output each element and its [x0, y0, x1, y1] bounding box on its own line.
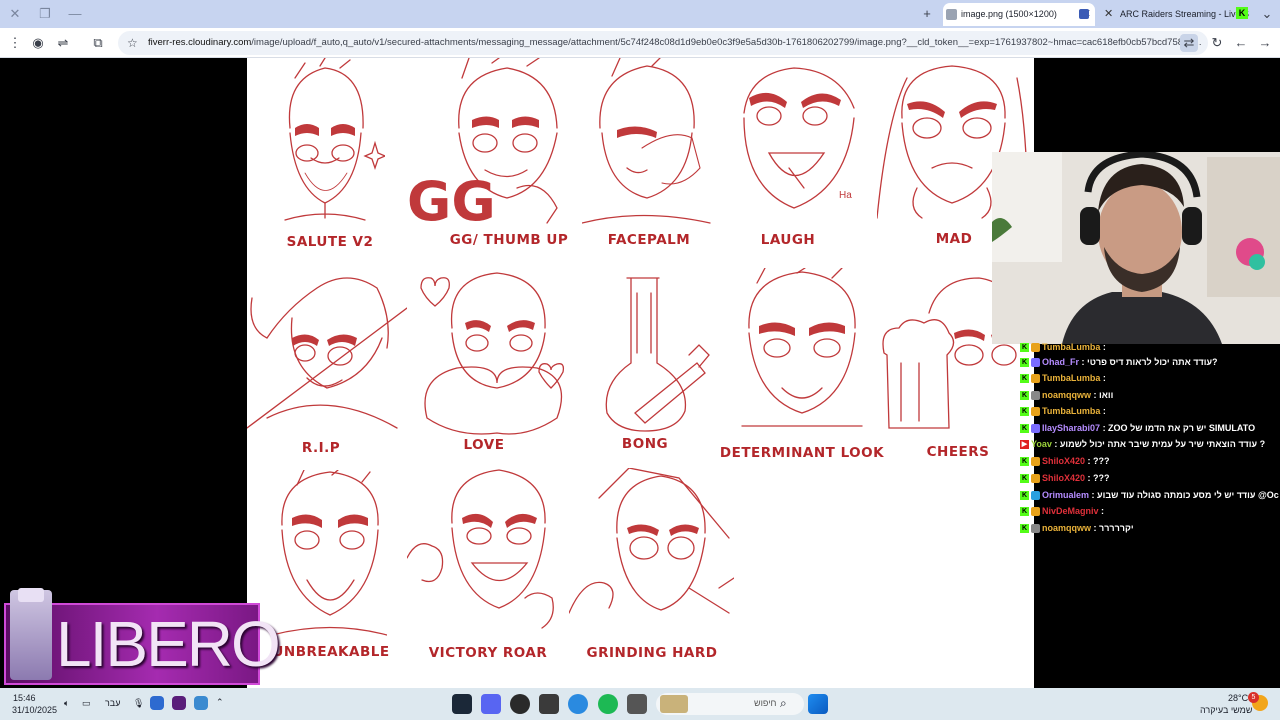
sponsor-banner: LIBERO: [0, 588, 281, 688]
chat-overlay: K TumbaLumba : K Ohad_Fr : עודד אתה יכול ל…: [1016, 340, 1280, 540]
volume-icon[interactable]: 🔈︎: [64, 698, 69, 709]
vpn-icon[interactable]: ⇌: [54, 34, 72, 52]
emote-label: CHEERS: [926, 444, 990, 460]
temperature[interactable]: 28°C: [1228, 693, 1248, 703]
spotify-icon[interactable]: [598, 694, 618, 714]
close-tab-icon[interactable]: ✕: [1104, 3, 1113, 26]
search-placeholder: חיפוש: [754, 698, 777, 708]
emote-label: MAD: [935, 231, 973, 247]
windows-start-icon[interactable]: [808, 694, 828, 714]
close-icon[interactable]: ✕: [6, 5, 24, 23]
emote-unbreakable: [272, 470, 387, 638]
emote-label: GG/ THUMB UP: [449, 232, 569, 248]
chat-message: K Ohad_Fr : עודד אתה יכול לראות דיס פרטי?: [1020, 357, 1218, 368]
emote-label: LOVE: [463, 437, 505, 453]
emote-determinant-look: [737, 268, 867, 428]
minimize-icon[interactable]: —: [66, 5, 84, 23]
emote-label: SALUTE V2: [286, 234, 374, 250]
perfume-bottle-icon: [10, 590, 52, 680]
onenote-icon[interactable]: [172, 696, 186, 710]
network-icon[interactable]: ▭: [82, 698, 91, 709]
emote-label: FACEPALM: [607, 232, 691, 248]
microphone-icon[interactable]: 🎙︎: [133, 698, 144, 709]
language-indicator[interactable]: עבר: [105, 698, 120, 708]
tab-arc-raiders[interactable]: ✕ ARC Raiders Streaming - Live S: [1102, 3, 1252, 26]
forward-icon[interactable]: →: [1256, 34, 1274, 52]
chat-message: K ShiloX420 : ???: [1020, 456, 1110, 467]
chat-message: Knoamqqww : וואו: [1020, 390, 1114, 401]
emote-rip: [247, 268, 407, 438]
chevron-up-icon[interactable]: ⌃: [216, 697, 224, 708]
restore-icon[interactable]: ❐: [36, 5, 54, 23]
game-launcher-icon[interactable]: [539, 694, 559, 714]
emote-gg-thumb-up: GG: [407, 58, 572, 228]
emote-love: [417, 268, 572, 438]
bottle-cap: [18, 588, 44, 602]
menu-icon[interactable]: ⋮: [6, 34, 24, 52]
chat-message: K NivDeMagniv :: [1020, 506, 1105, 517]
weather-text[interactable]: שמשי בעיקרה: [1200, 705, 1252, 715]
chat-message: K TumbaLumba :: [1020, 373, 1106, 384]
extensions-icon[interactable]: ⧉: [89, 34, 107, 52]
chat-message: ▶ Yoav : עודד הוצאתי שיר על עמית שיבר אתה…: [1020, 439, 1266, 450]
reload-icon[interactable]: ↻: [1208, 34, 1226, 52]
emote-label: GRINDING HARD: [586, 645, 718, 661]
emote-salute: [265, 58, 385, 228]
profile-icon[interactable]: ◉: [29, 34, 47, 52]
chat-message: K Orimualem : עודד יש לי מסע כומתה סגולה …: [1020, 490, 1279, 501]
translate-icon[interactable]: ⇄: [1180, 34, 1198, 52]
gg-overlay-text: GG: [407, 170, 496, 228]
emote-sheet-image: GG Ha SALUTE V2 GG/ THUMB UP FACEPALM LA…: [247, 58, 1034, 688]
chat-message: K TumbaLumba :: [1020, 406, 1106, 417]
file-app-icon[interactable]: [627, 694, 647, 714]
sponsor-brand: LIBERO: [56, 608, 281, 680]
browser-toolbar: ⋮ ◉ ⇌ ⧉ ☆ fiverr-res.cloudinary.com/imag…: [0, 28, 1280, 58]
chrome-icon[interactable]: [568, 694, 588, 714]
tab-media-icon: [1079, 9, 1089, 19]
clock-date[interactable]: 31/10/2025: [12, 705, 57, 715]
chevron-down-icon[interactable]: ⌄: [1258, 5, 1276, 23]
svg-text:Ha: Ha: [839, 190, 852, 201]
emote-facepalm: [582, 58, 712, 228]
chat-message: Knoamqqww : יקררררר: [1020, 523, 1134, 534]
steam-icon[interactable]: [452, 694, 472, 714]
search-highlight-icon: [660, 695, 688, 713]
emote-grinding-hard: [569, 468, 734, 638]
tab-image[interactable]: image.png (1500×1200) ✕: [943, 3, 1095, 26]
windows-taskbar: 15:46 31/10/2025 🔈︎ ▭ עבר 🎙︎ ⌃ חיפוש ⌕ 2…: [0, 688, 1280, 720]
back-icon[interactable]: ←: [1232, 34, 1250, 52]
new-tab-icon[interactable]: +: [918, 5, 936, 23]
chat-message: K IlaySharabi07 : ZOO יש רק את הדמו של SI…: [1020, 423, 1256, 434]
obs-icon[interactable]: [510, 694, 530, 714]
emote-label: LAUGH: [760, 232, 816, 248]
webcam-overlay: [992, 152, 1280, 344]
taskbar-search[interactable]: חיפוש ⌕: [656, 693, 804, 715]
chat-message: K TumbaLumba :: [1020, 342, 1106, 353]
image-icon: [946, 9, 957, 20]
emote-label: VICTORY ROAR: [428, 645, 548, 661]
emote-label: DETERMINANT LOOK: [719, 445, 885, 461]
emote-victory-roar: [407, 468, 557, 638]
tray-sync-icon[interactable]: [194, 696, 208, 710]
chat-message: K ShiloX420 : ???: [1020, 473, 1110, 484]
bookmark-star-icon[interactable]: ☆: [127, 31, 138, 55]
tab-title: ARC Raiders Streaming - Live S: [1120, 9, 1250, 19]
browser-tab-bar: ✕ ❐ — + image.png (1500×1200) ✕ ✕ ARC Ra…: [0, 0, 1280, 28]
emote-label: BONG: [621, 436, 669, 452]
emote-label: UNBREAKABLE: [272, 644, 390, 660]
address-bar[interactable]: ☆ fiverr-res.cloudinary.com/image/upload…: [118, 31, 1208, 55]
discord-icon[interactable]: [481, 694, 501, 714]
emote-laugh: Ha: [729, 58, 864, 228]
clock-time[interactable]: 15:46: [13, 693, 36, 703]
kick-logo-icon: K: [1236, 7, 1248, 19]
tray-app-icon[interactable]: [150, 696, 164, 710]
url-domain: fiverr-res.cloudinary.com: [148, 37, 252, 48]
emote-label: R.I.P: [301, 440, 341, 456]
emote-bong: [597, 273, 712, 433]
url-path: /image/upload/f_auto,q_auto/v1/secured-a…: [251, 37, 1202, 48]
search-icon: ⌕: [780, 696, 787, 710]
notification-badge[interactable]: 5: [1248, 692, 1259, 703]
tab-title: image.png (1500×1200): [961, 9, 1057, 19]
